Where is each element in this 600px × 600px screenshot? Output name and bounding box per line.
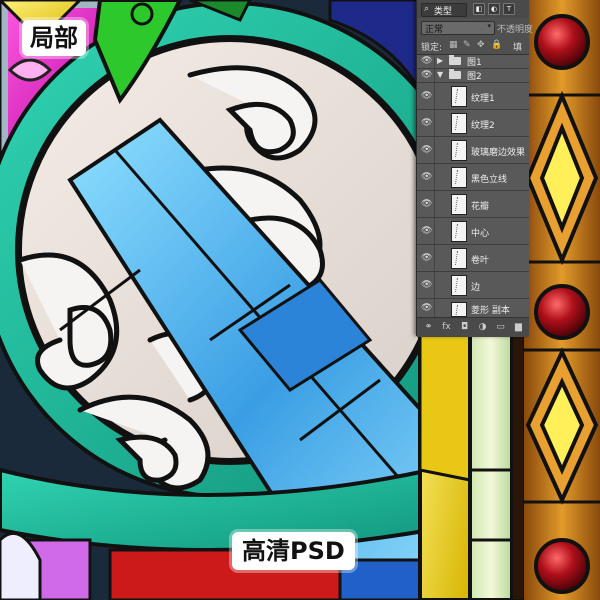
type-filter-icon[interactable]: T: [503, 3, 515, 15]
search-icon: ⌕: [424, 4, 430, 14]
link-layers-icon[interactable]: ⚭: [423, 322, 434, 333]
layer-row[interactable]: 👁 纹理2: [417, 110, 529, 137]
collapse-arrow-icon[interactable]: ▶: [437, 56, 443, 65]
layer-thumbnail: [451, 302, 467, 317]
lock-all-icon[interactable]: 🔒: [491, 40, 502, 50]
lock-pixels-icon[interactable]: ✎: [463, 40, 471, 50]
blend-row: 正常 ▾ 不透明度: [417, 18, 533, 37]
eye-icon[interactable]: 👁: [421, 91, 432, 101]
group-name: 图2: [467, 72, 482, 82]
layer-name: 黑色立线: [471, 175, 508, 185]
layer-name: 花瓣: [471, 202, 490, 212]
layer-row[interactable]: 👁 中心: [417, 218, 529, 245]
eye-icon[interactable]: 👁: [421, 172, 432, 182]
layer-thumbnail: [451, 194, 467, 215]
layer-thumbnail: [451, 86, 467, 107]
layer-name: 边: [471, 283, 481, 293]
add-mask-icon[interactable]: ◘: [459, 322, 470, 333]
layer-row[interactable]: 👁 卷叶: [417, 245, 529, 272]
layer-thumbnail: [451, 167, 467, 188]
layer-name: 玻璃磨边效果: [471, 148, 526, 158]
layer-thumbnail: [451, 248, 467, 269]
layer-name: 纹理2: [471, 121, 495, 131]
folder-icon: [449, 69, 461, 79]
layer-row[interactable]: 👁 菱形 副本: [417, 299, 529, 318]
eye-icon[interactable]: 👁: [421, 199, 432, 209]
adjustment-filter-icon[interactable]: ◐: [488, 3, 500, 15]
stained-glass-preview: 局部 高清PSD ⌕ 类型 ◧ ◐ T 正常 ▾ 不透明度 锁定: ▦ ✎ ✥ …: [0, 0, 600, 600]
layer-filter-bar: ⌕ 类型 ◧ ◐ T: [417, 0, 529, 19]
layer-list: 👁 ▶ 图1 👁 ▼ 图2 👁 纹理1 👁 纹理2 👁 玻璃磨边效果 👁 黑色立…: [417, 55, 529, 318]
blend-mode-value: 正常: [425, 25, 444, 35]
eye-icon[interactable]: 👁: [421, 226, 432, 236]
eye-icon[interactable]: 👁: [421, 303, 432, 313]
eye-icon[interactable]: 👁: [421, 70, 432, 80]
layer-thumbnail: [451, 221, 467, 242]
layer-row[interactable]: 👁 玻璃磨边效果: [417, 137, 529, 164]
fx-icon[interactable]: fx: [441, 322, 452, 333]
layer-thumbnail: [451, 275, 467, 296]
new-group-icon[interactable]: ▭: [495, 322, 506, 333]
image-filter-icon[interactable]: ◧: [473, 3, 485, 15]
layer-name: 卷叶: [471, 256, 490, 266]
layer-row[interactable]: 👁 边: [417, 272, 529, 299]
adjustment-layer-icon[interactable]: ◑: [477, 322, 488, 333]
detail-badge: 局部: [22, 20, 86, 56]
eye-icon[interactable]: 👁: [421, 280, 432, 290]
layer-group-row[interactable]: 👁 ▼ 图2: [417, 69, 529, 83]
layers-panel: ⌕ 类型 ◧ ◐ T 正常 ▾ 不透明度 锁定: ▦ ✎ ✥ 🔒 填充 👁: [416, 0, 533, 337]
chevron-down-icon: ▾: [487, 22, 491, 30]
opacity-label: 不透明度: [497, 25, 534, 35]
eye-icon[interactable]: 👁: [421, 56, 432, 66]
folder-icon: [449, 55, 461, 65]
eye-icon[interactable]: 👁: [421, 118, 432, 128]
lock-label: 锁定:: [421, 43, 443, 53]
layer-group-row[interactable]: 👁 ▶ 图1: [417, 55, 529, 69]
lock-transparent-icon[interactable]: ▦: [449, 40, 458, 50]
hd-psd-badge: 高清PSD: [232, 532, 355, 570]
filter-type-label: 类型: [434, 7, 453, 17]
layer-row[interactable]: 👁 纹理1: [417, 83, 529, 110]
layer-row[interactable]: 👁 黑色立线: [417, 164, 529, 191]
group-name: 图1: [467, 58, 482, 68]
expand-arrow-icon[interactable]: ▼: [437, 70, 443, 79]
blend-mode-select[interactable]: 正常 ▾: [421, 21, 495, 35]
new-layer-icon[interactable]: ▆: [513, 322, 524, 333]
layers-panel-footer: ⚭ fx ◘ ◑ ▭ ▆: [417, 317, 529, 337]
layer-name: 中心: [471, 229, 490, 239]
layer-thumbnail: [451, 140, 467, 161]
layer-name: 纹理1: [471, 94, 495, 104]
layer-row[interactable]: 👁 花瓣: [417, 191, 529, 218]
layer-name: 菱形 副本: [471, 306, 510, 316]
layer-thumbnail: [451, 113, 467, 134]
eye-icon[interactable]: 👁: [421, 253, 432, 263]
filter-type-dropdown[interactable]: ⌕ 类型: [421, 3, 467, 17]
lock-position-icon[interactable]: ✥: [477, 40, 485, 50]
lock-row: 锁定: ▦ ✎ ✥ 🔒 填充: [417, 36, 529, 66]
eye-icon[interactable]: 👁: [421, 145, 432, 155]
